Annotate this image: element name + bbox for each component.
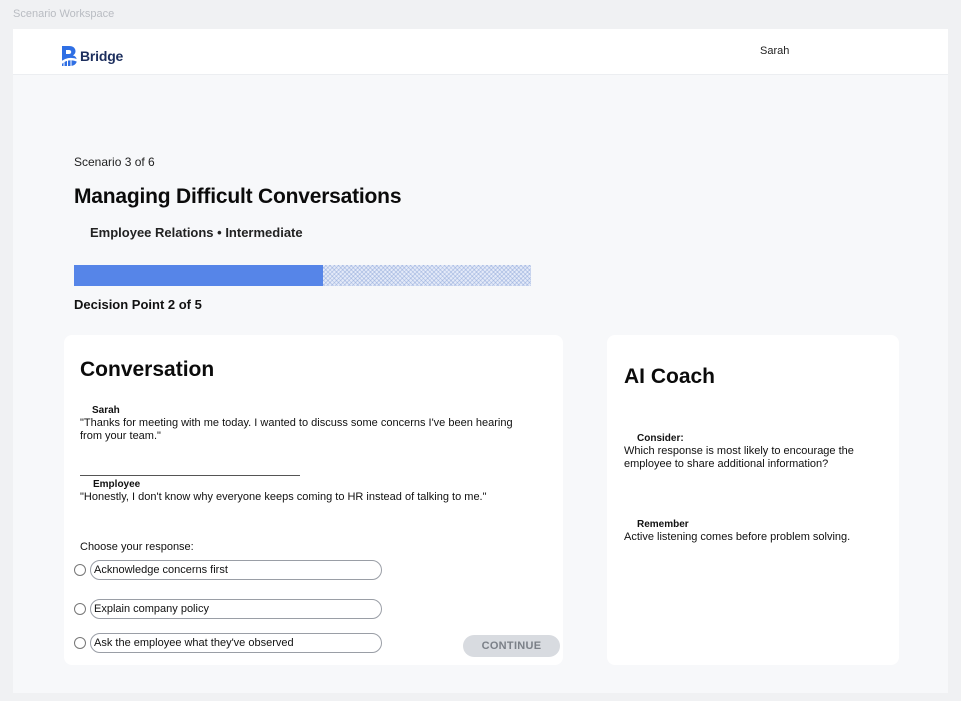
message-speaker: Employee: [93, 479, 141, 490]
coach-tip-heading: Remember: [637, 519, 689, 530]
scenario-count: Scenario 3 of 6: [74, 155, 155, 169]
response-radio[interactable]: [74, 603, 86, 615]
coach-tip-text: Which response is most likely to encoura…: [624, 445, 854, 470]
bridge-logo[interactable]: Bridge: [60, 45, 123, 67]
scenario-progress-fill: [74, 265, 324, 286]
response-option-label[interactable]: Acknowledge concerns first: [90, 560, 382, 580]
decision-point-label: Decision Point 2 of 5: [74, 297, 202, 312]
message-divider: [80, 475, 300, 476]
window-label: Scenario Workspace: [13, 8, 115, 20]
top-bar: Bridge Sarah: [13, 29, 948, 75]
response-option-label[interactable]: Explain company policy: [90, 599, 382, 619]
continue-button[interactable]: CONTINUE: [463, 635, 560, 657]
logo-text: Bridge: [80, 48, 124, 64]
response-option[interactable]: Explain company policy: [74, 599, 382, 619]
user-name[interactable]: Sarah: [760, 45, 789, 57]
response-option[interactable]: Ask the employee what they've observed: [74, 633, 382, 653]
response-radio[interactable]: [74, 564, 86, 576]
response-radio[interactable]: [74, 637, 86, 649]
response-option[interactable]: Acknowledge concerns first: [74, 560, 382, 580]
choose-response-label: Choose your response:: [80, 541, 194, 553]
conversation-card: Conversation Sarah "Thanks for meeting w…: [64, 335, 563, 665]
scenario-progress-bar: [74, 265, 531, 286]
coach-tip-text: Active listening comes before problem so…: [624, 531, 851, 543]
message-text: "Honestly, I don't know why everyone kee…: [80, 491, 487, 503]
ai-coach-title: AI Coach: [624, 365, 716, 388]
message-text: "Thanks for meeting with me today. I wan…: [80, 417, 513, 442]
message-speaker: Sarah: [92, 405, 120, 416]
bridge-logo-icon: [60, 46, 78, 66]
conversation-title: Conversation: [80, 358, 215, 381]
coach-tip-heading: Consider:: [637, 433, 684, 444]
page-subtitle: Employee Relations • Intermediate: [90, 225, 303, 240]
response-option-label[interactable]: Ask the employee what they've observed: [90, 633, 382, 653]
ai-coach-card: AI Coach Consider: Which response is mos…: [607, 335, 899, 665]
page-title: Managing Difficult Conversations: [74, 185, 402, 208]
app-frame: Bridge Sarah Scenario 3 of 6 Managing Di…: [13, 29, 948, 693]
